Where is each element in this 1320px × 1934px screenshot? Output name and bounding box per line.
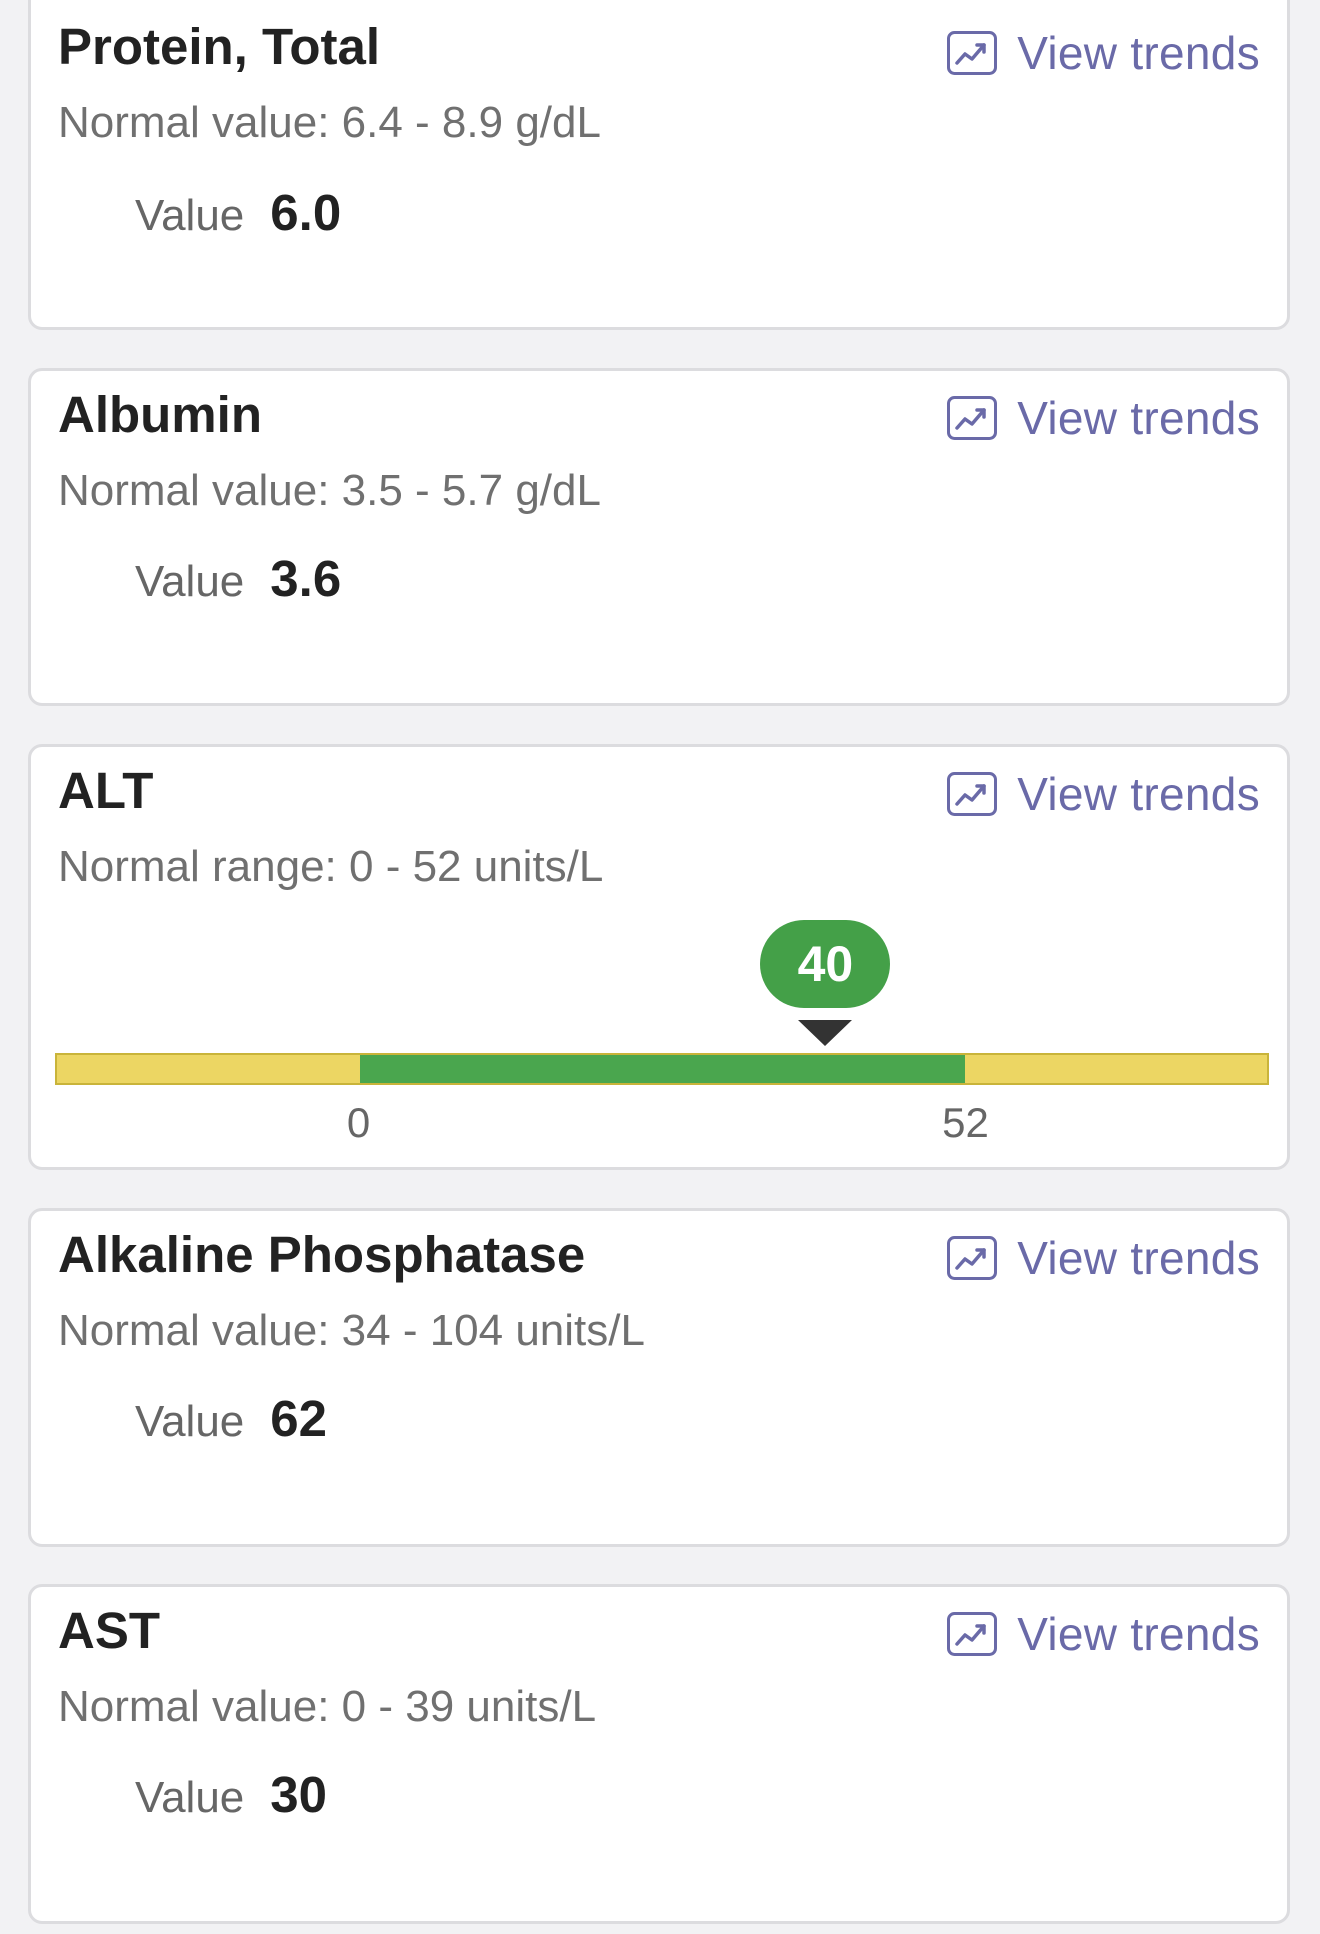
trend-chart-icon [947, 1236, 998, 1280]
normal-range-text: Normal value: 6.4 - 8.9 g/dL [58, 98, 601, 147]
value-number: 30 [270, 1766, 328, 1823]
normal-range-text: Normal value: 34 - 104 units/L [58, 1306, 645, 1355]
range-bar [55, 1053, 1269, 1085]
range-min-label: 0 [346, 1099, 371, 1146]
value-number: 3.6 [270, 550, 342, 607]
normal-range-text: Normal range: 0 - 52 units/L [58, 842, 604, 891]
view-trends-link[interactable]: View trends [946, 1230, 1260, 1286]
view-trends-link[interactable]: View trends [946, 390, 1260, 446]
value-number: 62 [270, 1390, 328, 1447]
lab-title: Alkaline Phosphatase [58, 1226, 586, 1283]
lab-card-ast: AST View trends Normal value: 0 - 39 uni… [28, 1584, 1290, 1924]
lab-title: ALT [58, 762, 154, 819]
view-trends-label: View trends [1017, 768, 1260, 820]
range-indicator: 40 0 52 [55, 920, 1269, 1146]
value-row: Value 3.6 [135, 549, 341, 608]
view-trends-label: View trends [1017, 1608, 1260, 1660]
value-bubble: 40 [760, 920, 891, 1008]
view-trends-label: View trends [1017, 1232, 1260, 1284]
lab-title: Albumin [58, 386, 262, 443]
value-label: Value [135, 557, 245, 606]
value-row: Value 62 [135, 1389, 327, 1448]
normal-range-text: Normal value: 0 - 39 units/L [58, 1682, 597, 1731]
lab-title: AST [58, 1602, 160, 1659]
lab-card-protein-total: Protein, Total View trends Normal value:… [28, 0, 1290, 330]
value-row: Value 30 [135, 1765, 327, 1824]
range-bar-normal-segment [359, 1055, 965, 1083]
view-trends-link[interactable]: View trends [946, 766, 1260, 822]
lab-card-alkaline-phosphatase: Alkaline Phosphatase View trends Normal … [28, 1208, 1290, 1547]
view-trends-label: View trends [1017, 392, 1260, 444]
value-label: Value [135, 1773, 245, 1822]
view-trends-label: View trends [1017, 27, 1260, 79]
value-pointer-icon [798, 1020, 853, 1046]
lab-title: Protein, Total [58, 18, 381, 75]
view-trends-link[interactable]: View trends [946, 25, 1260, 81]
lab-card-albumin: Albumin View trends Normal value: 3.5 - … [28, 368, 1290, 706]
value-label: Value [135, 1397, 245, 1446]
value-label: Value [135, 191, 245, 240]
lab-card-alt: ALT View trends Normal range: 0 - 52 uni… [28, 744, 1290, 1170]
normal-range-text: Normal value: 3.5 - 5.7 g/dL [58, 466, 601, 515]
trend-chart-icon [947, 1612, 998, 1656]
view-trends-link[interactable]: View trends [946, 1606, 1260, 1662]
trend-chart-icon [947, 772, 998, 816]
value-number: 6.0 [270, 184, 342, 241]
range-max-label: 52 [942, 1099, 989, 1146]
trend-chart-icon [947, 396, 998, 440]
value-row: Value 6.0 [135, 183, 341, 242]
trend-chart-icon [947, 31, 998, 75]
